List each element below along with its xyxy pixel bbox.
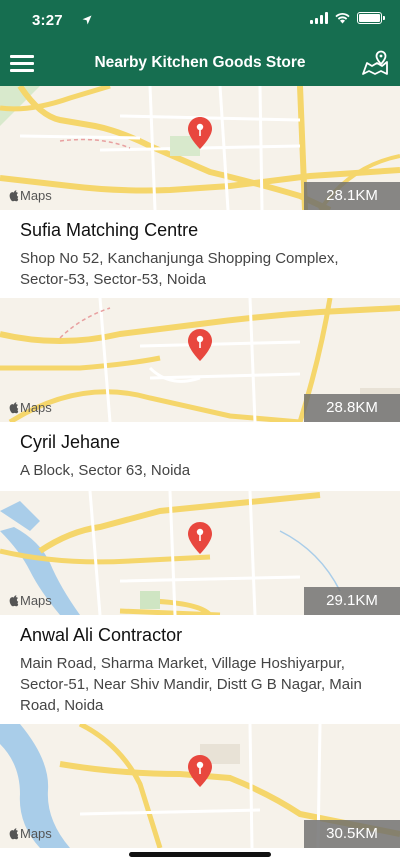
map-preview[interactable]: Maps 28.8KM	[0, 298, 400, 422]
map-preview[interactable]: Maps 30.5KM	[0, 724, 400, 848]
map-preview[interactable]: Maps 28.1KM	[0, 86, 400, 210]
maps-brand-label: Maps	[20, 826, 52, 841]
distance-badge: 28.8KM	[304, 394, 400, 422]
page-title: Nearby Kitchen Goods Store	[94, 54, 306, 71]
map-pin-icon	[188, 522, 212, 554]
apple-maps-logo: Maps	[8, 826, 52, 841]
status-time: 3:27	[32, 12, 63, 29]
battery-icon	[357, 12, 385, 24]
maps-brand-label: Maps	[20, 400, 52, 415]
distance-badge: 29.1KM	[304, 587, 400, 615]
map-view-button[interactable]	[360, 49, 390, 77]
apple-maps-logo: Maps	[8, 188, 52, 203]
nav-bar: Nearby Kitchen Goods Store	[0, 40, 400, 86]
list-item[interactable]: Maps 29.1KM Anwal Ali Contractor Main Ro…	[0, 491, 400, 714]
list-item[interactable]: Maps 28.1KM Sufia Matching Centre Shop N…	[0, 86, 400, 288]
store-name: Anwal Ali Contractor	[20, 625, 183, 645]
cellular-signal-icon	[310, 12, 328, 24]
apple-maps-logo: Maps	[8, 400, 52, 415]
store-name: Cyril Jehane	[20, 432, 121, 452]
list-item[interactable]: Maps 30.5KM	[0, 724, 400, 848]
menu-button[interactable]	[10, 51, 36, 73]
distance-badge: 28.1KM	[304, 182, 400, 210]
list-item[interactable]: Maps 28.8KM Cyril Jehane A Block, Sector…	[0, 298, 400, 479]
apple-icon	[9, 594, 19, 606]
maps-brand-label: Maps	[20, 593, 52, 608]
map-pin-icon	[362, 50, 388, 75]
apple-icon	[9, 827, 19, 839]
maps-brand-label: Maps	[20, 188, 52, 203]
status-bar: 3:27	[0, 0, 400, 40]
location-arrow-icon	[82, 15, 92, 25]
map-preview[interactable]: Maps 29.1KM	[0, 491, 400, 615]
hamburger-icon	[10, 55, 34, 58]
distance-badge: 30.5KM	[304, 820, 400, 848]
store-address: Main Road, Sharma Market, Village Hoshiy…	[20, 655, 362, 714]
map-pin-icon	[188, 117, 212, 149]
apple-maps-logo: Maps	[8, 593, 52, 608]
store-name: Sufia Matching Centre	[20, 220, 199, 240]
store-address: A Block, Sector 63, Noida	[20, 462, 191, 479]
apple-icon	[9, 189, 19, 201]
map-pin-icon	[188, 329, 212, 361]
map-pin-icon	[188, 755, 212, 787]
store-address: Shop No 52, Kanchanjunga Shopping Comple…	[20, 250, 339, 288]
status-icons	[310, 12, 385, 24]
home-indicator[interactable]	[129, 852, 271, 857]
wifi-icon	[335, 13, 350, 24]
apple-icon	[9, 401, 19, 413]
